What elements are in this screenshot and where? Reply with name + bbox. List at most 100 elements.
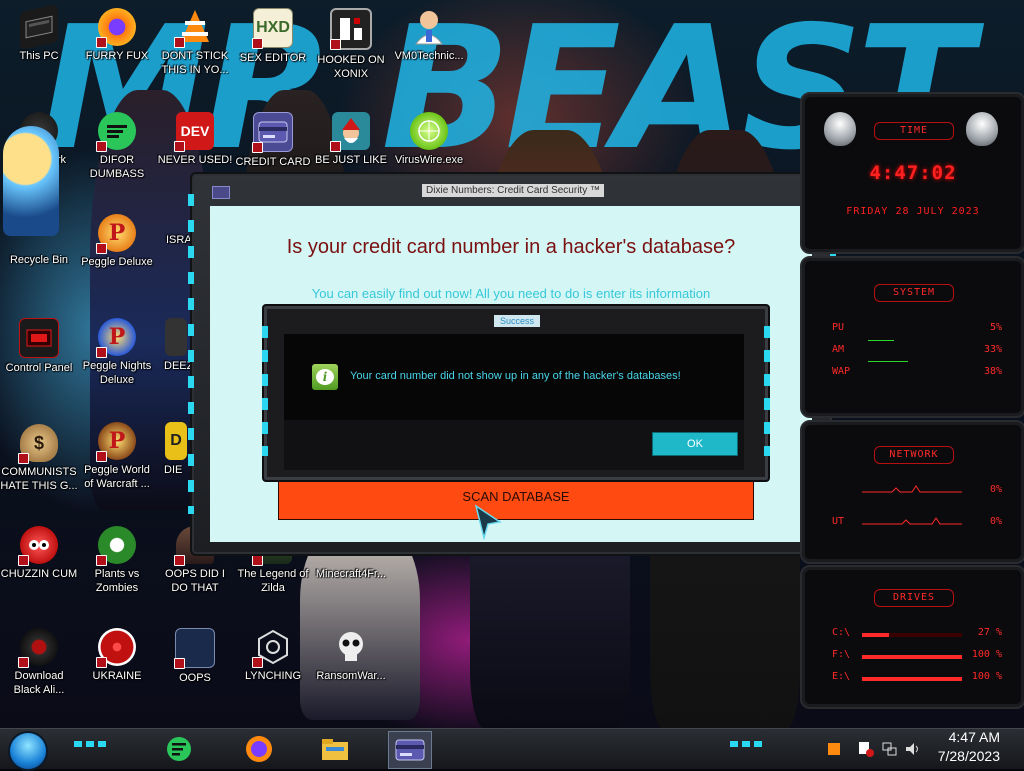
desktop-icon-this-pc[interactable]: This PC xyxy=(0,3,78,63)
taskbar-app-file-explorer[interactable] xyxy=(314,731,356,767)
desktop-icon-communists[interactable]: $ COMMUNISTS HATE THIS G... xyxy=(0,424,78,493)
drives-gadget: DRIVES C:\ 27 % F:\ 100 % E:\ 100 % xyxy=(800,565,1024,709)
info-icon: i xyxy=(312,364,338,390)
desktop-icon-difor-dumbass[interactable]: DIFOR DUMBASS xyxy=(78,112,156,181)
window-titlebar[interactable]: Dixie Numbers: Credit Card Security ™ xyxy=(192,174,832,199)
desktop-icon-peggle-wow[interactable]: P Peggle World of Warcraft ... xyxy=(78,422,156,491)
money-bag-icon: $ xyxy=(18,424,58,464)
desktop-icon-ransomware[interactable]: RansomWar... xyxy=(312,628,390,683)
vlc-icon xyxy=(174,8,214,48)
network-gadget: NETWORK 0% UT 0% xyxy=(800,420,1024,564)
taskbar-decoration xyxy=(730,741,766,747)
network-graph xyxy=(862,485,962,525)
peggle-icon: P xyxy=(96,422,136,462)
system-row-ram: AM 33% xyxy=(832,344,1002,355)
desktop-icon-character xyxy=(0,126,62,236)
control-panel-icon xyxy=(19,318,59,358)
system-gadget: SYSTEM PU 5% AM 33% WAP 38% xyxy=(800,256,1024,418)
dialog-message: Your card number did not show up in any … xyxy=(350,370,681,382)
firefox-icon xyxy=(246,736,272,762)
drive-bar-f xyxy=(862,655,962,659)
taskbar-date[interactable]: 7/28/2023 xyxy=(938,748,1000,764)
desktop-icon-be-just-like[interactable]: BE JUST LIKE xyxy=(312,112,390,167)
desktop-icon-never-used[interactable]: DEV NEVER USED! xyxy=(156,112,234,167)
taskbar-app-credit-card[interactable] xyxy=(388,731,432,769)
ram-bar xyxy=(868,340,894,341)
alien-head-icon xyxy=(966,112,998,146)
folder-icon xyxy=(322,739,348,760)
desktop-icon-credit-card[interactable]: CREDIT CARD xyxy=(234,112,312,169)
ok-button[interactable]: OK xyxy=(652,432,738,456)
desktop-icon-ukraine[interactable]: UKRAINE xyxy=(78,628,156,683)
credit-card-icon xyxy=(212,186,230,199)
desktop-icon-chuzzin[interactable]: CHUZZIN CUM xyxy=(0,526,78,581)
gadget-clock: 4:47:02 xyxy=(869,162,957,184)
game-box-icon xyxy=(174,628,215,669)
peggle-icon: P xyxy=(96,318,136,358)
chat-icon xyxy=(167,737,191,761)
taskbar-time[interactable]: 4:47 AM xyxy=(949,729,1000,745)
plant-icon xyxy=(96,526,136,566)
chat-icon xyxy=(96,112,136,152)
dialog-edge-decoration xyxy=(764,326,770,456)
system-gadget-title: SYSTEM xyxy=(874,284,954,302)
drive-bar-e xyxy=(862,677,962,681)
doctor-icon xyxy=(410,8,448,46)
desktop-icon-download-black-alien[interactable]: Download Black Ali... xyxy=(0,628,78,697)
window-title: Dixie Numbers: Credit Card Security ™ xyxy=(422,184,604,197)
swap-bar xyxy=(868,361,908,362)
tray-icon-a[interactable] xyxy=(826,741,842,757)
success-dialog[interactable]: Success i Your card number did not show … xyxy=(262,304,770,482)
time-gadget-title: TIME xyxy=(874,122,954,140)
desktop-icon-pvz[interactable]: Plants vs Zombies xyxy=(78,526,156,595)
system-row-swap: WAP 38% xyxy=(832,366,1002,377)
window-edge-decoration xyxy=(188,194,194,514)
computer-icon xyxy=(20,3,58,51)
radiation-icon xyxy=(96,628,136,668)
time-gadget: TIME 4:47:02 FRIDAY 28 JULY 2023 xyxy=(800,92,1024,254)
drive-bar-c xyxy=(862,633,962,637)
desktop-icon-dont-stick[interactable]: DONT STICK THIS IN YO... xyxy=(156,8,234,77)
lime-icon xyxy=(410,112,448,150)
credit-card-icon xyxy=(252,112,293,153)
game-icon xyxy=(330,8,372,50)
desktop-icon-vm0[interactable]: VM0Technic... xyxy=(390,8,468,63)
desktop-icon-peggle-nights[interactable]: P Peggle Nights Deluxe xyxy=(78,318,156,387)
action-center-icon[interactable] xyxy=(858,741,874,757)
desktop-icon-recycle-bin[interactable]: Recycle Bin xyxy=(0,250,78,267)
gadget-date: FRIDAY 28 JULY 2023 xyxy=(846,206,980,217)
dev-cpp-icon: DEV xyxy=(174,112,214,152)
taskbar-decoration xyxy=(74,741,110,747)
chuzzle-icon xyxy=(18,526,58,566)
generic-icon: D xyxy=(165,422,187,460)
skull-icon xyxy=(332,628,370,666)
taskbar-app-chat[interactable] xyxy=(158,731,200,767)
dialog-edge-decoration xyxy=(262,326,268,456)
desktop-icon-lynching[interactable]: LYNCHING xyxy=(234,628,312,683)
network-tray-icon[interactable] xyxy=(882,741,898,757)
desktop-icon-hooked-on-xonix[interactable]: HOOKED ON XONIX xyxy=(312,8,390,81)
dialog-title: Success xyxy=(494,315,540,327)
alien-head-icon xyxy=(824,112,856,146)
subheadline: You can easily find out now! All you nee… xyxy=(311,286,711,301)
firefox-icon xyxy=(96,8,136,48)
desktop-icon-oops[interactable]: OOPS xyxy=(156,628,234,685)
system-row-cpu: PU 5% xyxy=(832,322,1002,333)
network-icon xyxy=(252,628,292,668)
headline: Is your credit card number in a hacker's… xyxy=(286,236,736,258)
credit-card-icon xyxy=(395,739,425,761)
desktop-icon-sex-editor[interactable]: HXD SEX EDITOR xyxy=(234,8,312,65)
start-button[interactable] xyxy=(8,731,48,771)
alien-icon xyxy=(18,628,58,668)
desktop-icon-control-panel[interactable]: Control Panel xyxy=(0,318,78,375)
volume-icon[interactable] xyxy=(904,741,920,757)
santa-icon xyxy=(330,112,370,152)
drives-gadget-title: DRIVES xyxy=(874,589,954,607)
taskbar-app-firefox[interactable] xyxy=(238,731,280,767)
desktop-icon-peggle-deluxe[interactable]: P Peggle Deluxe xyxy=(78,214,156,269)
desktop-icon-viruswire[interactable]: VirusWire.exe xyxy=(390,112,468,167)
generic-icon xyxy=(165,318,187,356)
desktop-icon-furry-fux[interactable]: FURRY FUX xyxy=(78,8,156,63)
peggle-icon: P xyxy=(96,214,136,254)
hex-editor-icon: HXD xyxy=(252,8,293,49)
